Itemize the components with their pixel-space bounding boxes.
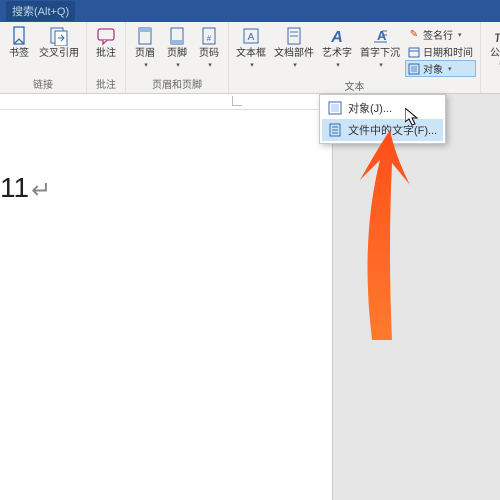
- text-content: 11: [0, 172, 29, 203]
- group-links: 书签 交叉引用 链接: [0, 22, 87, 93]
- chevron-down-icon: ▾: [293, 61, 297, 69]
- chevron-down-icon: ▾: [208, 61, 212, 69]
- signature-line-button[interactable]: ✎ 签名行 ▾: [405, 26, 476, 43]
- svg-text:π: π: [494, 29, 500, 46]
- title-bar: 搜索(Alt+Q): [0, 0, 500, 22]
- ruler: [0, 94, 332, 110]
- bookmark-icon: [9, 26, 29, 46]
- equation-label: 公式: [490, 48, 500, 59]
- menu-item-text-from-file[interactable]: 文件中的文字(F)...: [322, 119, 443, 141]
- header-icon: [135, 26, 155, 46]
- object-dropdown-menu: 对象(J)... 文件中的文字(F)...: [319, 94, 446, 144]
- paragraph-mark-icon: ↵: [31, 177, 51, 204]
- quickparts-button[interactable]: 文档部件 ▾: [271, 24, 317, 71]
- group-text: A 文本框 ▾ 文档部件 ▾ A 艺术字 ▾ A: [229, 22, 481, 93]
- chevron-down-icon: ▾: [176, 61, 180, 69]
- chevron-down-icon: ▾: [448, 65, 452, 73]
- svg-text:#: #: [207, 34, 212, 43]
- svg-text:A: A: [330, 29, 343, 46]
- side-gray-panel: [332, 94, 500, 500]
- crossref-label: 交叉引用: [39, 48, 79, 59]
- search-input[interactable]: 搜索(Alt+Q): [6, 1, 75, 21]
- group-text-label: 文本: [345, 77, 365, 95]
- bookmark-button[interactable]: 书签: [4, 24, 34, 61]
- object-icon: [408, 63, 420, 75]
- chevron-down-icon: ▾: [379, 61, 383, 69]
- crossref-icon: [49, 26, 69, 46]
- comment-icon: [96, 26, 116, 46]
- menu-item-object-label: 对象(J)...: [348, 100, 392, 116]
- chevron-down-icon: ▾: [336, 61, 340, 69]
- wordart-icon: A: [327, 26, 347, 46]
- textbox-icon: A: [241, 26, 261, 46]
- chevron-down-icon: ▾: [458, 31, 462, 39]
- menu-item-text-from-file-label: 文件中的文字(F)...: [348, 122, 437, 138]
- svg-text:A: A: [248, 32, 255, 43]
- pagenum-icon: #: [199, 26, 219, 46]
- header-label: 页眉: [135, 48, 155, 59]
- wordart-label: 艺术字: [322, 48, 352, 59]
- object-label: 对象: [423, 61, 443, 76]
- crossref-button[interactable]: 交叉引用: [36, 24, 82, 61]
- ribbon: 书签 交叉引用 链接 批注 批注: [0, 22, 500, 94]
- group-headerfooter-label: 页眉和页脚: [152, 75, 202, 93]
- dropcap-label: 首字下沉: [360, 48, 400, 59]
- signature-icon: ✎: [408, 29, 420, 41]
- textbox-label: 文本框: [236, 48, 266, 59]
- group-headerfooter: 页眉 ▾ 页脚 ▾ # 页码 ▾ 页眉和页脚: [126, 22, 229, 93]
- bookmark-label: 书签: [9, 48, 29, 59]
- datetime-button[interactable]: 日期和时间: [405, 43, 476, 60]
- pagenum-button[interactable]: # 页码 ▾: [194, 24, 224, 71]
- chevron-down-icon: ▾: [144, 61, 148, 69]
- file-text-icon: [328, 123, 342, 137]
- chevron-down-icon: ▾: [250, 61, 254, 69]
- datetime-label: 日期和时间: [423, 44, 473, 59]
- wordart-button[interactable]: A 艺术字 ▾: [319, 24, 355, 71]
- group-links-label: 链接: [33, 75, 53, 93]
- object-icon: [328, 101, 342, 115]
- document-text: 11↵: [0, 170, 51, 205]
- group-symbols: π 公式 ▾ Ω 符号 ▾ 1234 编号 符号: [481, 22, 500, 93]
- datetime-icon: [408, 46, 420, 58]
- equation-icon: π: [490, 26, 500, 46]
- document-area[interactable]: 11↵: [0, 94, 332, 500]
- footer-label: 页脚: [167, 48, 187, 59]
- comment-label: 批注: [96, 48, 116, 59]
- equation-button[interactable]: π 公式 ▾: [485, 24, 500, 71]
- group-comments-label: 批注: [96, 75, 116, 93]
- menu-item-object[interactable]: 对象(J)...: [322, 97, 443, 119]
- group-comments: 批注 批注: [87, 22, 126, 93]
- textbox-button[interactable]: A 文本框 ▾: [233, 24, 269, 71]
- quickparts-icon: [284, 26, 304, 46]
- quickparts-label: 文档部件: [274, 48, 314, 59]
- object-button[interactable]: 对象 ▾: [405, 60, 476, 77]
- footer-icon: [167, 26, 187, 46]
- signature-label: 签名行: [423, 27, 453, 42]
- header-button[interactable]: 页眉 ▾: [130, 24, 160, 71]
- footer-button[interactable]: 页脚 ▾: [162, 24, 192, 71]
- pagenum-label: 页码: [199, 48, 219, 59]
- comment-button[interactable]: 批注: [91, 24, 121, 61]
- dropcap-button[interactable]: A 首字下沉 ▾: [357, 24, 403, 71]
- document-outer: 11↵: [0, 94, 500, 500]
- margin-marker: [232, 96, 242, 106]
- dropcap-icon: A: [370, 26, 390, 46]
